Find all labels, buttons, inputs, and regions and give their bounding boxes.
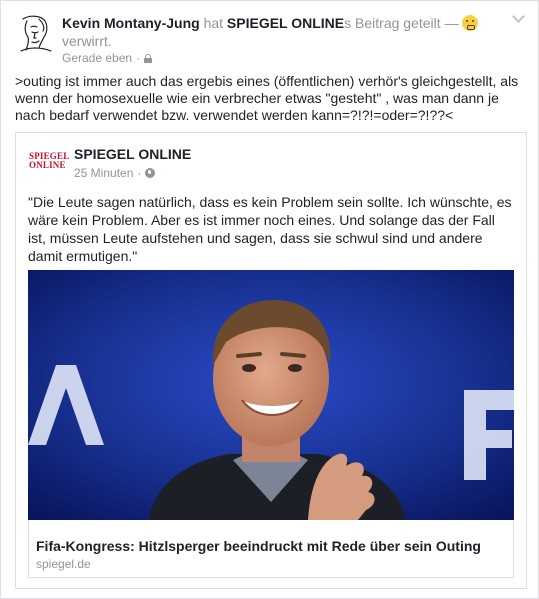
shared-quote: "Die Leute sagen natürlich, dass es kein… (28, 194, 512, 264)
shared-word: hat (203, 15, 224, 31)
link-domain: spiegel.de (36, 557, 91, 571)
meta-separator: · (136, 51, 141, 65)
confused-emoji-icon (462, 15, 479, 31)
avatar-sketch (15, 13, 55, 53)
article-photo[interactable] (28, 270, 514, 520)
feeling-text: verwirrt. (62, 33, 112, 49)
link-title[interactable]: Fifa-Kongress: Hitzlsperger beeindruckt … (36, 538, 506, 554)
chevron-down-icon[interactable] (510, 11, 528, 25)
author-name-link[interactable]: Kevin Montany-Jung (62, 15, 200, 31)
post-meta: Gerade eben · (62, 51, 153, 65)
shared-meta-separator: · (137, 166, 142, 180)
shared-post-timestamp[interactable]: 25 Minuten (74, 166, 133, 180)
shared-page-name[interactable]: SPIEGEL ONLINE (74, 146, 191, 162)
article-photo-image (28, 270, 514, 520)
feed-post-card: Kevin Montany-Jung hat SPIEGEL ONLINEs B… (0, 0, 539, 599)
post-timestamp[interactable]: Gerade eben (62, 51, 132, 65)
shared-post: SPIEGEL ONLINE SPIEGEL ONLINE 25 Minuten … (15, 132, 527, 589)
spiegel-logo[interactable]: SPIEGEL ONLINE (29, 152, 69, 174)
shared-page-link[interactable]: SPIEGEL ONLINE (227, 15, 344, 31)
shared-suffix: s Beitrag geteilt — (344, 15, 459, 31)
shared-post-meta: 25 Minuten · (74, 166, 156, 180)
post-header: Kevin Montany-Jung hat SPIEGEL ONLINEs B… (62, 14, 502, 50)
globe-icon[interactable] (145, 168, 156, 178)
avatar[interactable] (15, 13, 55, 53)
post-text: >outing ist immer auch das ergebis eines… (15, 73, 519, 123)
lock-icon[interactable] (144, 53, 153, 63)
